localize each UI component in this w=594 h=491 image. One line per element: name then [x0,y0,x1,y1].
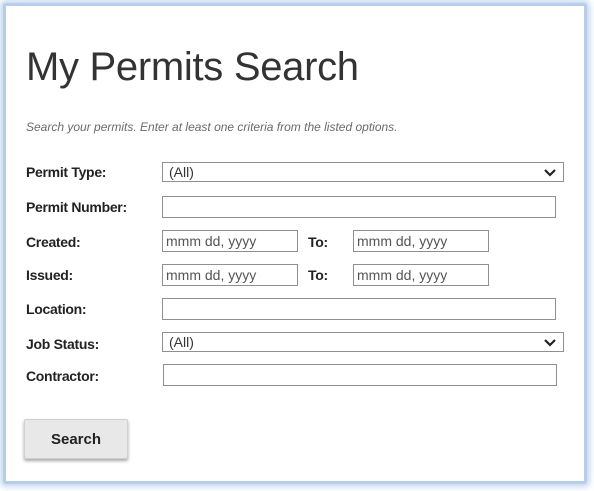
permit-type-value: (All) [169,164,194,180]
page-title: My Permits Search [26,45,359,89]
location-label: Location: [26,301,87,317]
created-to-label: To: [308,234,328,250]
job-status-value: (All) [169,334,194,350]
contractor-input[interactable] [163,364,557,386]
chevron-down-icon [544,339,556,347]
location-input[interactable] [162,298,556,320]
issued-label: Issued: [26,267,73,283]
issued-to-input[interactable] [353,264,489,286]
created-to-input[interactable] [353,230,489,252]
permit-number-input[interactable] [162,196,556,218]
search-panel: My Permits Search Search your permits. E… [3,3,587,484]
contractor-label: Contractor: [26,368,99,384]
chevron-down-icon [544,169,556,177]
issued-to-label: To: [308,267,328,283]
instructions-text: Search your permits. Enter at least one … [26,120,398,134]
job-status-select[interactable]: (All) [162,332,564,352]
search-button[interactable]: Search [24,419,128,459]
created-from-input[interactable] [162,230,298,252]
permit-number-label: Permit Number: [26,199,127,215]
permit-type-select[interactable]: (All) [162,162,564,182]
created-label: Created: [26,234,81,250]
permit-type-label: Permit Type: [26,164,107,180]
issued-from-input[interactable] [162,264,298,286]
job-status-label: Job Status: [26,336,99,352]
